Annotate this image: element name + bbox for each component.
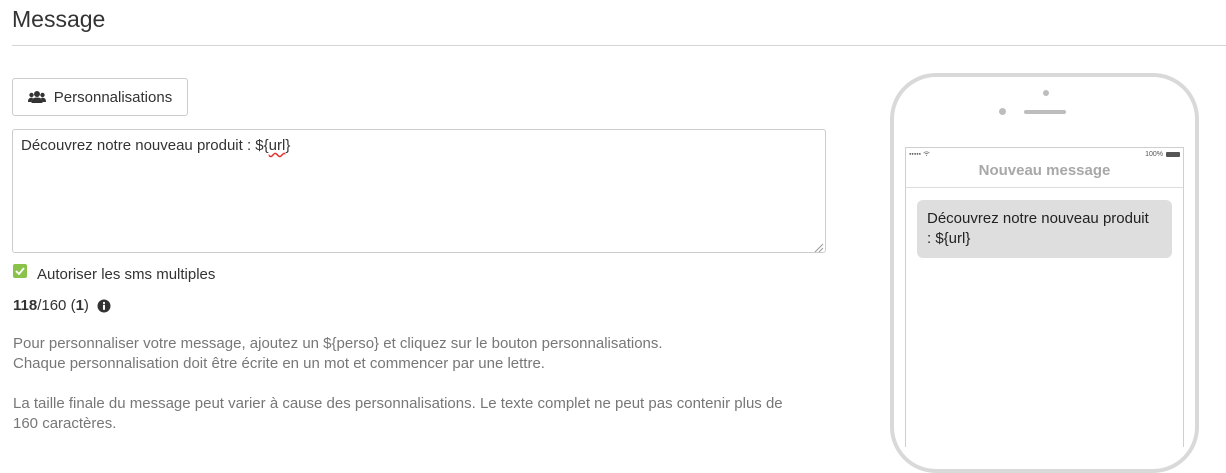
help-line: Pour personnaliser votre message, ajoute… — [13, 335, 663, 352]
multi-sms-label[interactable]: Autoriser les sms multiples — [37, 266, 215, 283]
message-text: Découvrez notre nouveau produit : ${url} — [21, 137, 291, 154]
status-bar: ●●●●● 100% — [906, 151, 1183, 161]
textarea-resize-handle[interactable] — [813, 240, 824, 253]
phone-camera — [1043, 90, 1049, 96]
help-line: La taille finale du message peut varier … — [13, 395, 783, 412]
message-textarea[interactable]: Découvrez notre nouveau produit : ${url} — [12, 129, 826, 253]
check-icon — [15, 267, 25, 275]
sms-bubble: Découvrez notre nouveau produit : ${url} — [917, 200, 1172, 258]
info-icon[interactable] — [97, 299, 111, 313]
screen-divider — [906, 187, 1183, 188]
screen-title: Nouveau message — [978, 162, 1111, 179]
bubble-line: : ${url} — [927, 230, 971, 247]
personalisations-button[interactable]: Personnalisations — [12, 78, 188, 116]
multi-sms-checkbox[interactable] — [13, 264, 27, 278]
help-line: 160 caractères. — [13, 415, 117, 432]
personalisations-button-label: Personnalisations — [53, 88, 173, 106]
battery-icon — [1166, 152, 1180, 157]
phone-speaker — [1024, 110, 1066, 114]
wifi-icon — [923, 151, 930, 156]
phone-screen: ●●●●● 100% Nouveau message Découvrez not… — [905, 147, 1184, 447]
signal-icon: ●●●●● — [909, 151, 922, 156]
help-text: Pour personnaliser votre message, ajoute… — [13, 334, 833, 434]
char-counter: 118/160 (1) — [13, 297, 111, 314]
misspelled-word: url — [268, 137, 286, 154]
bubble-line: Découvrez notre nouveau produit — [927, 210, 1149, 227]
title-divider — [12, 45, 1226, 46]
battery-percent: 100% — [1145, 151, 1163, 158]
page-title: Message — [12, 6, 106, 32]
help-line: Chaque personnalisation doit être écrite… — [13, 355, 545, 372]
char-count-used: 118 — [13, 297, 38, 314]
users-icon — [27, 90, 46, 104]
phone-sensor — [999, 108, 1006, 115]
sms-part-count: 1 — [75, 297, 84, 314]
